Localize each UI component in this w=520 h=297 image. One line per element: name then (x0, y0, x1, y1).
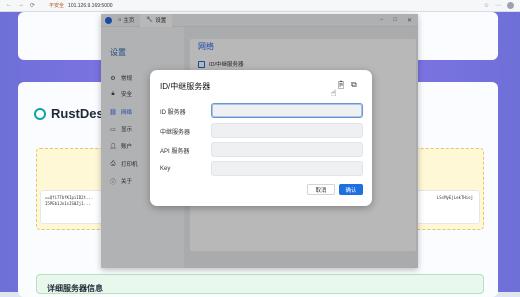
api-server-input[interactable] (211, 142, 363, 157)
relay-server-label: 中继服务器 (160, 130, 191, 136)
address-bar[interactable]: 不安全 101.126.9.169:5000 (49, 2, 113, 10)
url-text[interactable]: 101.126.9.169:5000 (68, 3, 113, 9)
key-input[interactable] (211, 161, 363, 176)
paste-icon[interactable]: 📋︎ (336, 80, 346, 89)
ok-button[interactable]: 确认 (339, 184, 363, 195)
cancel-button[interactable]: 取消 (307, 184, 335, 195)
browser-actions: ☆ ⋯ (484, 2, 514, 9)
key-label: Key (160, 166, 171, 172)
mouse-cursor-icon: ☝ (331, 88, 337, 98)
forward-icon[interactable]: → (18, 2, 24, 9)
dialog-title: ID/中继服务器 (160, 82, 211, 91)
browser-toolbar: ← → ⟳ 不安全 101.126.9.169:5000 ☆ ⋯ (0, 0, 520, 12)
star-icon[interactable]: ☆ (484, 2, 489, 9)
reload-icon[interactable]: ⟳ (30, 2, 35, 9)
id-relay-dialog: ID/中继服务器 📋︎ ⧉ ID 服务器 中继服务器 API 服务器 Key 取… (150, 70, 372, 206)
details-panel: 详细服务器信息 (36, 274, 484, 294)
browser-nav: ← → ⟳ (6, 2, 35, 9)
id-server-input[interactable] (211, 103, 363, 118)
relay-server-input[interactable] (211, 123, 363, 138)
api-server-label: API 服务器 (160, 149, 190, 155)
avatar[interactable] (507, 2, 514, 9)
key-line-right: LSsMyEjLekTHioj (436, 195, 473, 200)
security-warning-label[interactable]: 不安全 (49, 2, 64, 9)
back-icon[interactable]: ← (6, 2, 12, 9)
id-server-label: ID 服务器 (160, 110, 186, 116)
rustdesk-logo-icon (34, 107, 46, 120)
webpage-brand: RustDesk (34, 106, 111, 121)
key-line-1: ==Qfi7TbfKIpiID2t... (45, 195, 94, 200)
copy-icon[interactable]: ⧉ (351, 80, 357, 90)
menu-icon[interactable]: ⋯ (495, 2, 501, 9)
